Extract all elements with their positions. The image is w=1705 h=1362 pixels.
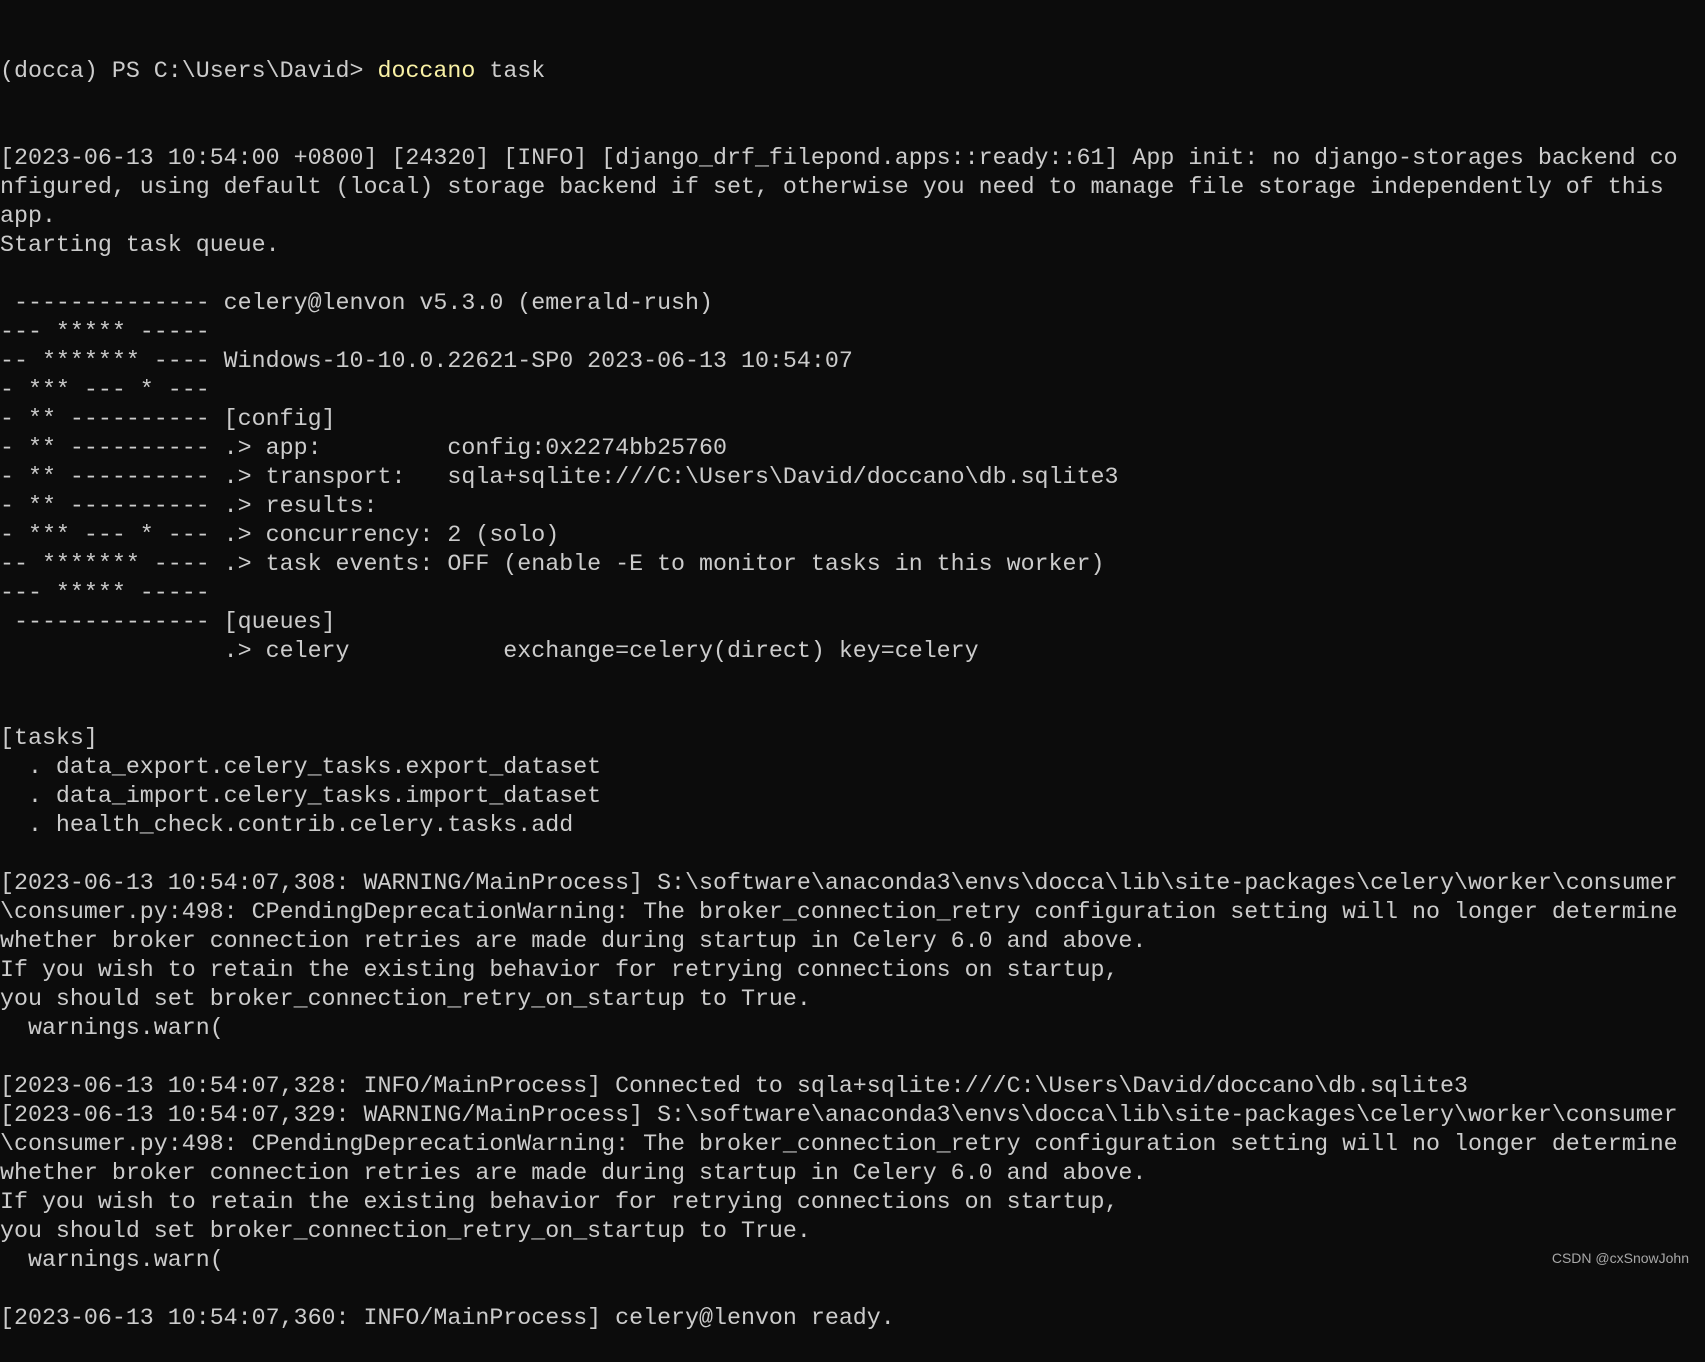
output-line: [2023-06-13 10:54:07,308: WARNING/MainPr… <box>0 870 1678 896</box>
output-line: warnings.warn( <box>0 1015 224 1041</box>
output-line: --- ***** ----- <box>0 319 210 345</box>
output-line: you should set broker_connection_retry_o… <box>0 986 811 1012</box>
output-line: nfigured, using default (local) storage … <box>0 174 1664 200</box>
command: doccano <box>377 58 476 84</box>
output-line: -- ******* ---- .> task events: OFF (ena… <box>0 551 1105 577</box>
output-line: If you wish to retain the existing behav… <box>0 957 1119 983</box>
output-line: - ** ---------- .> results: <box>0 493 378 519</box>
output-line: [2023-06-13 10:54:07,360: INFO/MainProce… <box>0 1305 895 1331</box>
output-line: \consumer.py:498: CPendingDeprecationWar… <box>0 899 1678 925</box>
output-line: - ** ---------- [config] <box>0 406 336 432</box>
output-line: whether broker connection retries are ma… <box>0 928 1147 954</box>
output-line: \consumer.py:498: CPendingDeprecationWar… <box>0 1131 1678 1157</box>
output-line: [2023-06-13 10:54:07,328: INFO/MainProce… <box>0 1073 1468 1099</box>
output-line: [2023-06-13 10:54:00 +0800] [24320] [INF… <box>0 145 1678 171</box>
output-line: you should set broker_connection_retry_o… <box>0 1218 811 1244</box>
output-line: -------------- [queues] <box>0 609 336 635</box>
output-line: - ** ---------- .> transport: sqla+sqlit… <box>0 464 1119 490</box>
output-line: . health_check.contrib.celery.tasks.add <box>0 812 574 838</box>
command-args: task <box>475 58 546 84</box>
prompt-line: (docca) PS C:\Users\David> doccano task <box>0 57 1678 86</box>
output-line: - ** ---------- .> app: config:0x2274bb2… <box>0 435 727 461</box>
output-line: app. <box>0 203 56 229</box>
watermark: CSDN @cxSnowJohn <box>1551 1250 1689 1266</box>
output-line: [2023-06-13 10:54:07,329: WARNING/MainPr… <box>0 1102 1678 1128</box>
output-line: whether broker connection retries are ma… <box>0 1160 1147 1186</box>
output-line: --- ***** ----- <box>0 580 210 606</box>
output-line: [tasks] <box>0 725 98 751</box>
output-line: .> celery exchange=celery(direct) key=ce… <box>0 638 979 664</box>
output-line: . data_import.celery_tasks.import_datase… <box>0 783 602 809</box>
output-line: . data_export.celery_tasks.export_datase… <box>0 754 602 780</box>
output-line: -------------- celery@lenvon v5.3.0 (eme… <box>0 290 714 316</box>
terminal-output[interactable]: (docca) PS C:\Users\David> doccano task … <box>0 0 1678 1362</box>
output-line: - *** --- * --- <box>0 377 210 403</box>
output-line: - *** --- * --- .> concurrency: 2 (solo) <box>0 522 560 548</box>
output-line: -- ******* ---- Windows-10-10.0.22621-SP… <box>0 348 853 374</box>
output-line: Starting task queue. <box>0 232 280 258</box>
output-line: warnings.warn( <box>0 1247 224 1273</box>
prompt: (docca) PS C:\Users\David> <box>0 58 378 84</box>
output-line: If you wish to retain the existing behav… <box>0 1189 1119 1215</box>
